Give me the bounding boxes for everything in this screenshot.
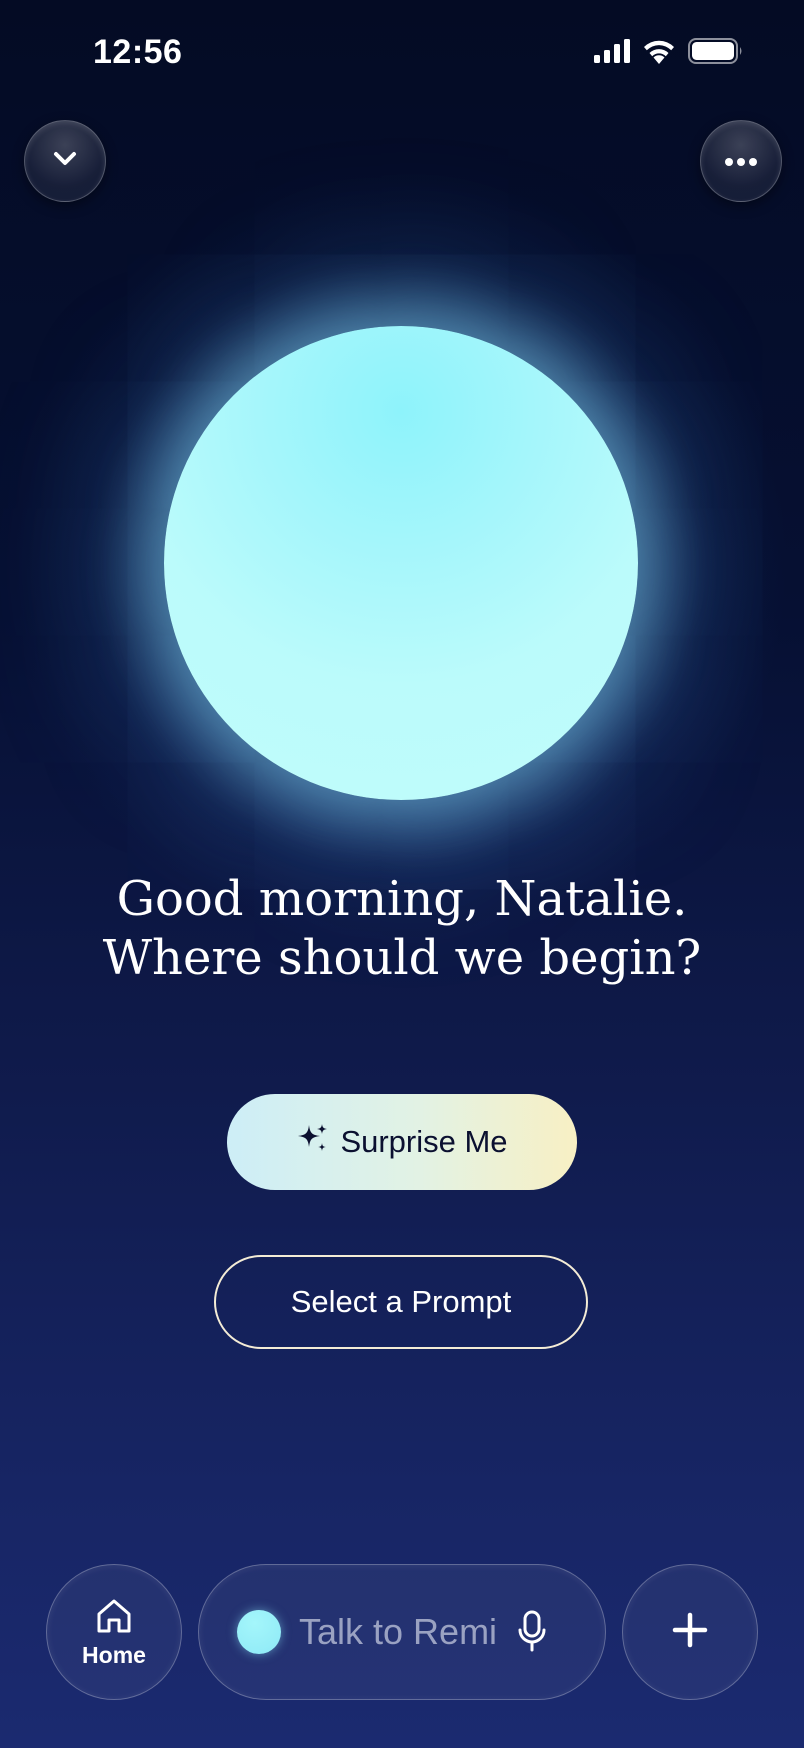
home-label: Home [82,1641,146,1668]
more-options-button[interactable] [700,120,782,202]
sparkles-icon [296,1121,330,1163]
select-prompt-label: Select a Prompt [290,1284,512,1319]
more-icon [724,152,758,171]
chevron-down-icon [50,149,80,173]
status-time: 12:56 [93,33,183,71]
signal-icon [594,39,630,67]
status-icons [594,38,744,68]
add-button[interactable] [622,1564,758,1700]
assistant-orb[interactable] [164,326,638,800]
bottom-bar: Home Talk to Remi [0,1560,804,1710]
mini-orb-icon [237,1610,281,1654]
home-icon [94,1596,134,1640]
talk-placeholder: Talk to Remi [299,1611,498,1652]
home-button[interactable]: Home [46,1564,182,1700]
greeting: Good morning, Natalie. Where should we b… [0,870,804,988]
plus-icon [670,1610,710,1654]
collapse-button[interactable] [24,120,106,202]
microphone-icon[interactable] [517,1610,547,1654]
surprise-me-label: Surprise Me [340,1124,508,1159]
battery-icon [688,38,744,68]
select-prompt-button[interactable]: Select a Prompt [214,1255,588,1349]
greeting-line-1: Good morning, Natalie. [116,871,688,927]
wifi-icon [642,38,676,68]
greeting-line-2: Where should we begin? [102,930,702,986]
status-bar: 12:56 [0,0,804,110]
surprise-me-button[interactable]: Surprise Me [227,1094,577,1190]
talk-input[interactable]: Talk to Remi [198,1564,606,1700]
